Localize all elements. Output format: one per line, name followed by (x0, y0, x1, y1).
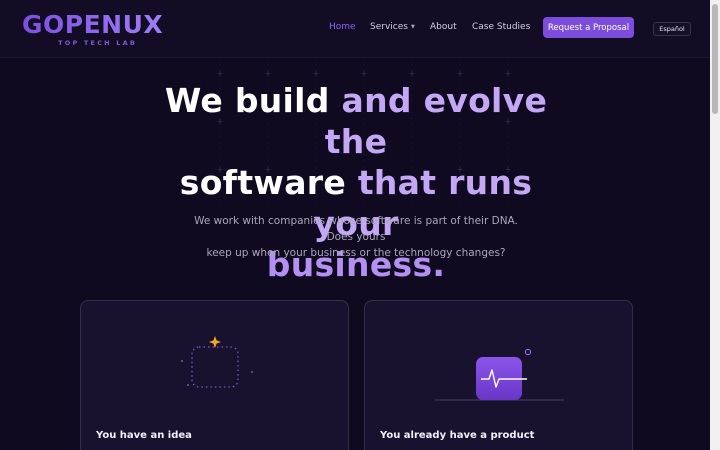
hero-title-part: We build (164, 81, 342, 120)
scrollbar-thumb[interactable] (712, 4, 718, 114)
svg-text:+: + (505, 69, 512, 78)
nav-home[interactable]: Home (329, 22, 356, 32)
brand-tagline: TOP TECH LAB (58, 39, 138, 47)
brand-name: GOPENUX (22, 10, 164, 39)
card-idea[interactable]: You have an idea (80, 300, 349, 450)
nav-services[interactable]: Services ▼ (370, 22, 415, 32)
sparkle-idea-icon (181, 336, 253, 388)
language-toggle[interactable]: Español (653, 22, 691, 36)
hero-subtitle-line: We work with companies whose software is… (194, 215, 518, 243)
card-title: You already have a product (380, 430, 535, 441)
hero-subtitle-line: keep up when your business or the techno… (206, 247, 506, 259)
hero-title-part: and evolve the (324, 81, 548, 161)
card-product[interactable]: You already have a product (364, 300, 633, 450)
chevron-down-icon: ▼ (410, 23, 415, 30)
request-proposal-button[interactable]: Request a Proposal (543, 17, 634, 38)
brand-logo[interactable]: GOPENUX TOP TECH LAB (22, 10, 164, 48)
site-header: GOPENUX TOP TECH LAB Home Services ▼ Abou… (0, 0, 710, 58)
svg-text:+: + (361, 69, 368, 78)
hero-subtitle: We work with companies whose software is… (180, 213, 532, 261)
card-title: You have an idea (96, 430, 192, 441)
hero-title-part: software (179, 163, 358, 202)
nav-services-label: Services (370, 22, 408, 32)
svg-text:+: + (409, 69, 416, 78)
svg-text:+: + (313, 69, 320, 78)
svg-text:+: + (457, 69, 464, 78)
svg-text:+: + (265, 69, 272, 78)
heartbeat-product-icon (435, 348, 564, 401)
page-scrollbar[interactable] (710, 0, 720, 450)
nav-case-studies[interactable]: Case Studies (472, 22, 530, 32)
svg-text:+: + (217, 69, 224, 78)
nav-about[interactable]: About (430, 22, 457, 32)
